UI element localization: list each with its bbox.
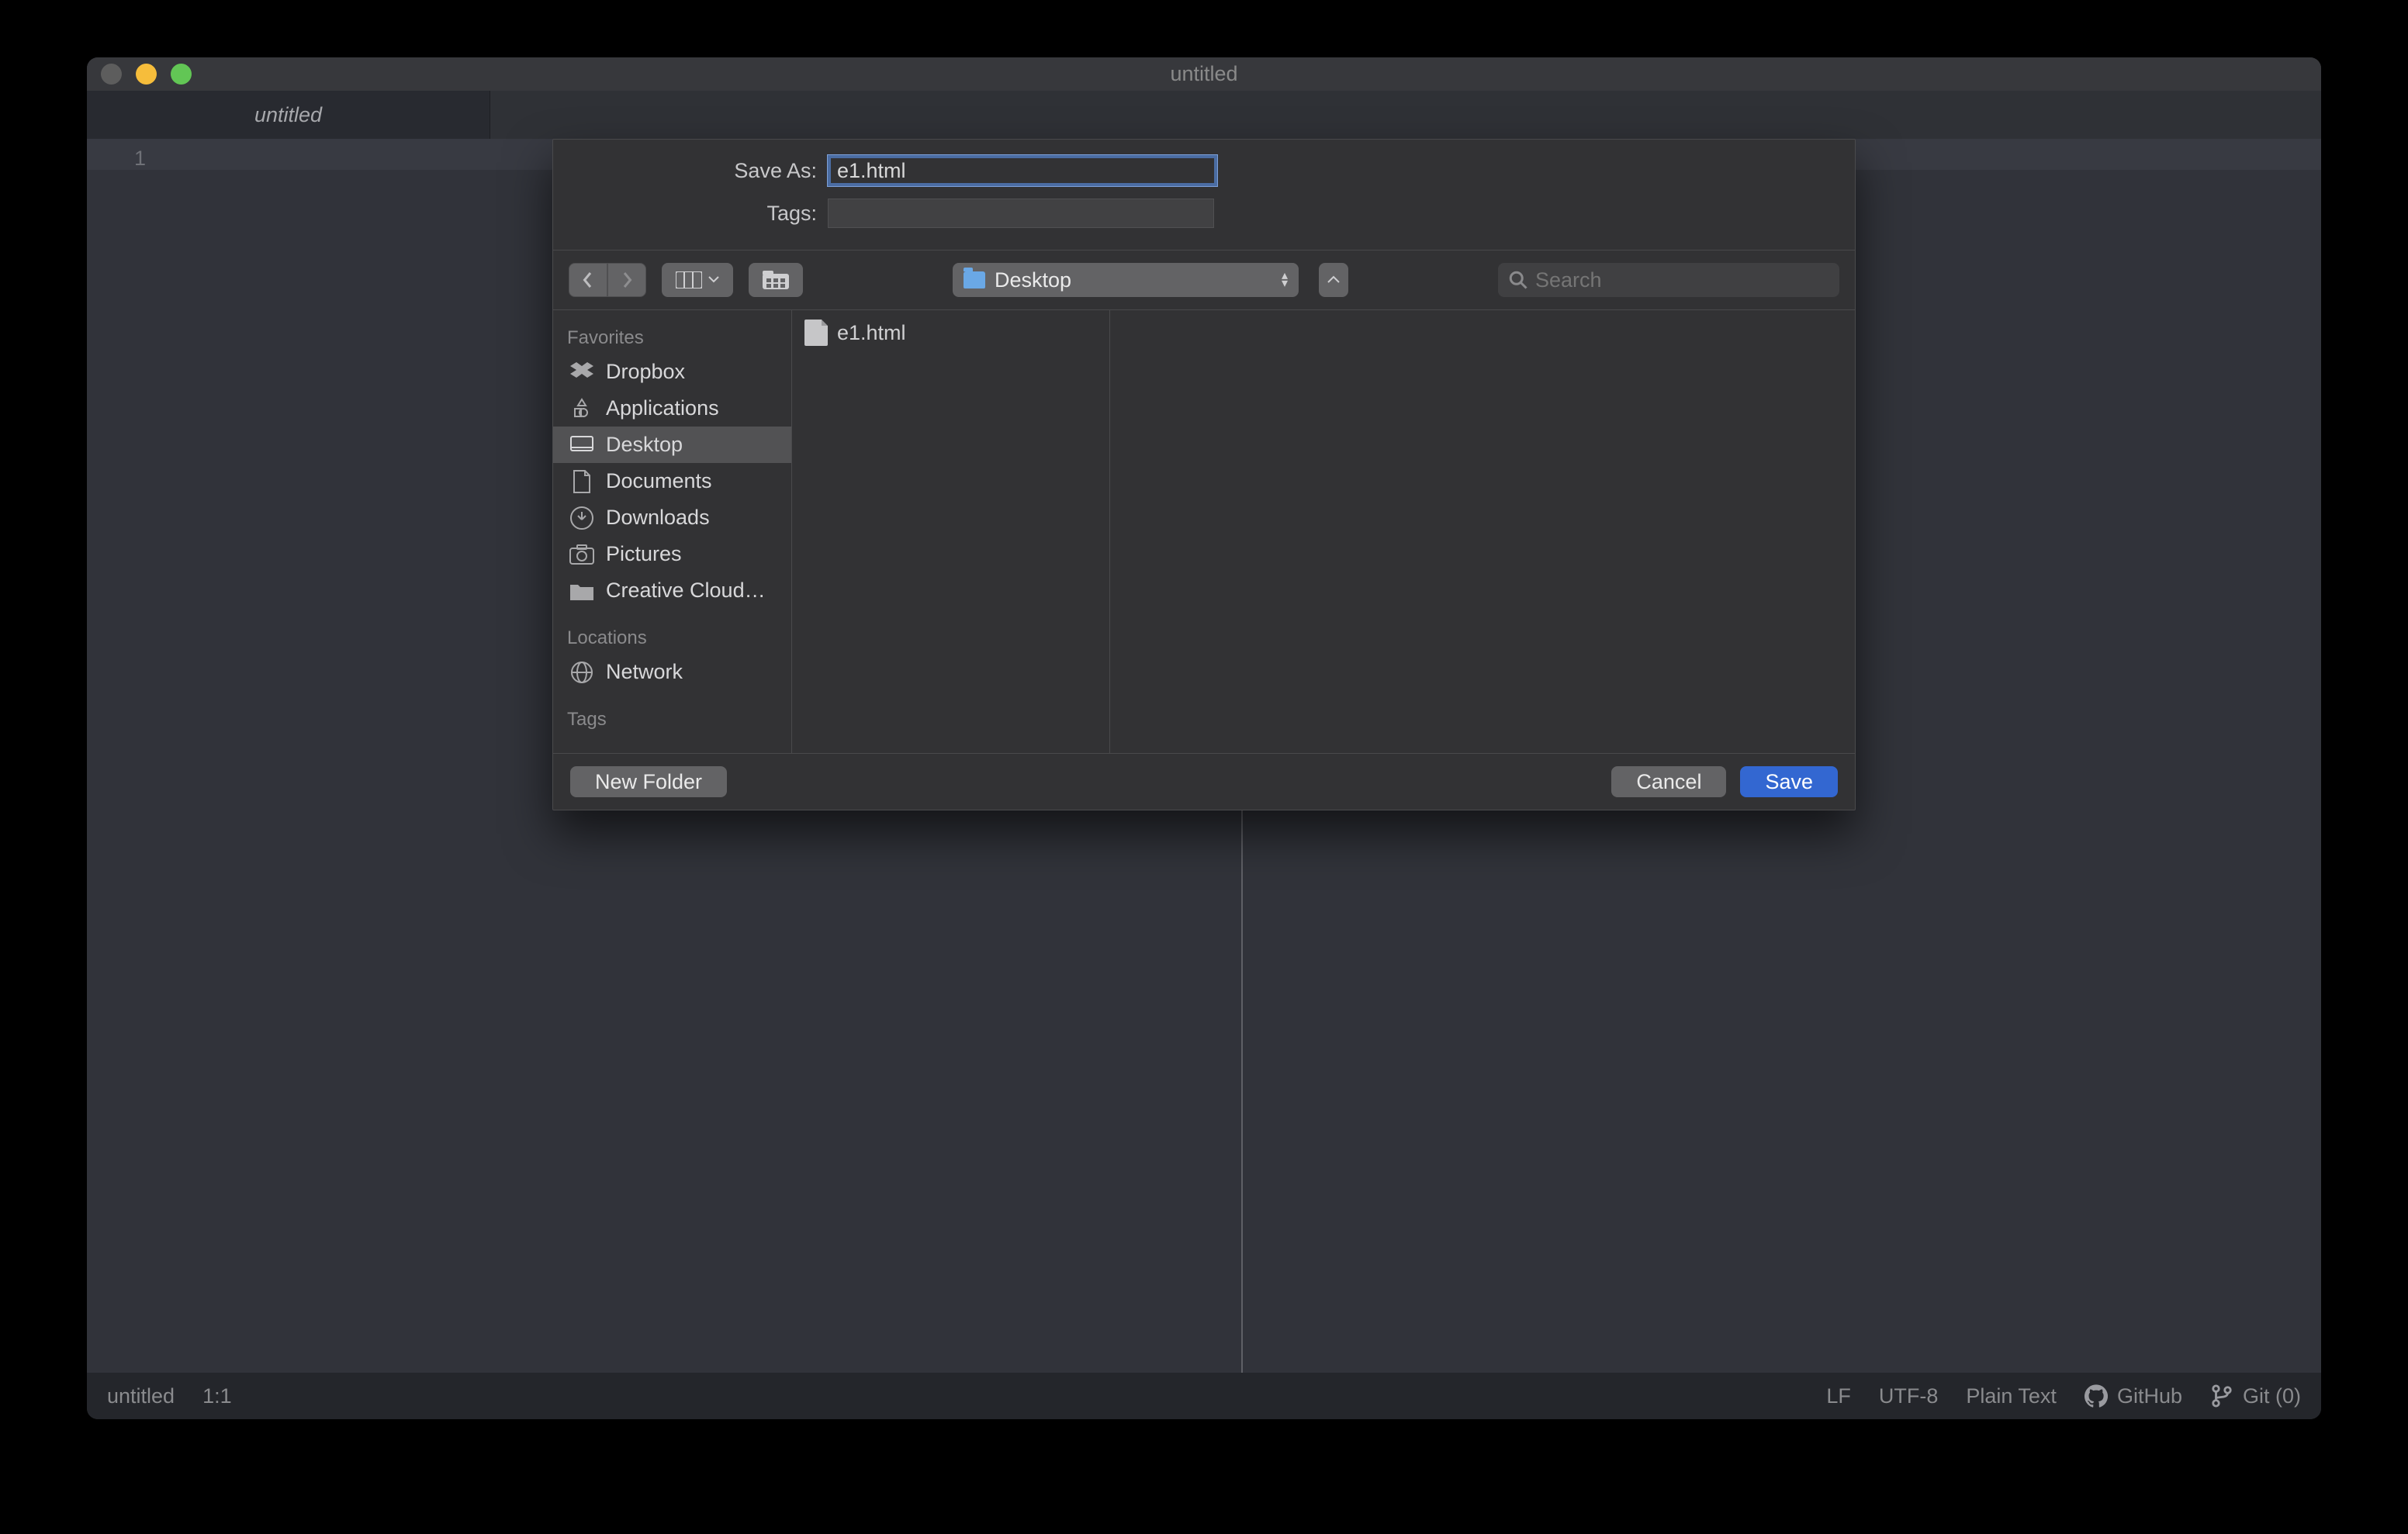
chevron-up-icon [1327, 275, 1340, 285]
sidebar-item-label: Downloads [606, 506, 710, 530]
back-button[interactable] [569, 263, 607, 297]
status-filename[interactable]: untitled [107, 1384, 175, 1408]
file-item[interactable]: e1.html [801, 316, 1100, 349]
tags-input[interactable] [828, 199, 1214, 228]
dropbox-icon [569, 361, 595, 384]
search-icon [1509, 271, 1527, 289]
folder-icon [964, 271, 985, 288]
git-branch-icon [2210, 1384, 2233, 1408]
status-encoding[interactable]: UTF-8 [1879, 1384, 1939, 1408]
documents-icon [569, 470, 595, 493]
tab-label: untitled [254, 103, 322, 127]
applications-icon [569, 397, 595, 420]
network-icon [569, 661, 595, 684]
file-name: e1.html [837, 321, 906, 345]
sidebar-item-downloads[interactable]: Downloads [553, 499, 791, 536]
cancel-button[interactable]: Cancel [1611, 766, 1726, 797]
save-dialog-header: Save As: Tags: [553, 140, 1855, 250]
pictures-icon [569, 543, 595, 566]
tab-untitled[interactable]: untitled [87, 91, 490, 139]
save-dialog: Save As: Tags: [552, 139, 1856, 810]
forward-button[interactable] [607, 263, 646, 297]
save-dialog-toolbar: Desktop ▴▾ [553, 250, 1855, 310]
grid-folder-icon [763, 271, 789, 289]
search-input[interactable] [1535, 268, 1828, 292]
status-git[interactable]: Git (0) [2210, 1384, 2301, 1408]
file-column-2[interactable] [1110, 310, 1855, 753]
sidebar: Favorites Dropbox Applications Desktop D… [553, 310, 792, 753]
group-button[interactable] [749, 263, 803, 297]
gutter: 1 [87, 139, 161, 1373]
status-github[interactable]: GitHub [2085, 1384, 2182, 1408]
window-title: untitled [87, 62, 2321, 86]
location-selected: Desktop [995, 268, 1071, 292]
sidebar-item-label: Dropbox [606, 360, 685, 384]
sidebar-item-label: Applications [606, 396, 719, 420]
view-mode-button[interactable] [662, 263, 733, 297]
app-window: untitled untitled 1 untitled 1:1 LF UTF-… [87, 57, 2321, 1419]
sidebar-heading-favorites: Favorites [553, 323, 791, 354]
updown-icon: ▴▾ [1282, 272, 1288, 288]
chevron-left-icon [581, 271, 595, 289]
github-icon [2085, 1384, 2108, 1408]
file-icon [804, 320, 828, 346]
chevron-right-icon [620, 271, 634, 289]
status-bar: untitled 1:1 LF UTF-8 Plain Text GitHub … [87, 1373, 2321, 1419]
sidebar-item-dropbox[interactable]: Dropbox [553, 354, 791, 390]
sidebar-item-label: Documents [606, 469, 712, 493]
file-browser: Favorites Dropbox Applications Desktop D… [553, 310, 1855, 754]
sidebar-item-network[interactable]: Network [553, 654, 791, 690]
status-cursor-position[interactable]: 1:1 [202, 1384, 232, 1408]
sidebar-item-label: Creative Cloud… [606, 579, 766, 603]
file-column-1[interactable]: e1.html [792, 310, 1110, 753]
location-dropdown[interactable]: Desktop ▴▾ [953, 263, 1299, 297]
status-syntax[interactable]: Plain Text [1966, 1384, 2057, 1408]
sidebar-item-desktop[interactable]: Desktop [553, 427, 791, 463]
sidebar-heading-tags: Tags [553, 704, 791, 735]
chevron-down-icon [708, 276, 719, 284]
new-folder-button[interactable]: New Folder [570, 766, 727, 797]
tags-label: Tags: [572, 202, 828, 226]
sidebar-heading-locations: Locations [553, 623, 791, 654]
sidebar-item-applications[interactable]: Applications [553, 390, 791, 427]
save-as-label: Save As: [572, 159, 828, 183]
sidebar-item-label: Desktop [606, 433, 683, 457]
title-bar: untitled [87, 57, 2321, 91]
tab-bar: untitled [87, 91, 2321, 139]
sidebar-item-creative-cloud[interactable]: Creative Cloud… [553, 572, 791, 609]
collapse-button[interactable] [1319, 263, 1348, 297]
search-field[interactable] [1498, 263, 1839, 297]
status-line-ending[interactable]: LF [1826, 1384, 1851, 1408]
sidebar-item-label: Network [606, 660, 683, 684]
folder-icon [569, 579, 595, 603]
desktop-icon [569, 434, 595, 457]
save-dialog-footer: New Folder Cancel Save [553, 754, 1855, 810]
sidebar-item-pictures[interactable]: Pictures [553, 536, 791, 572]
sidebar-item-documents[interactable]: Documents [553, 463, 791, 499]
save-button[interactable]: Save [1740, 766, 1838, 797]
line-number: 1 [87, 147, 146, 171]
sidebar-item-label: Pictures [606, 542, 682, 566]
downloads-icon [569, 506, 595, 530]
nav-buttons [569, 263, 646, 297]
columns-icon [676, 271, 702, 288]
save-as-input[interactable] [828, 155, 1217, 186]
